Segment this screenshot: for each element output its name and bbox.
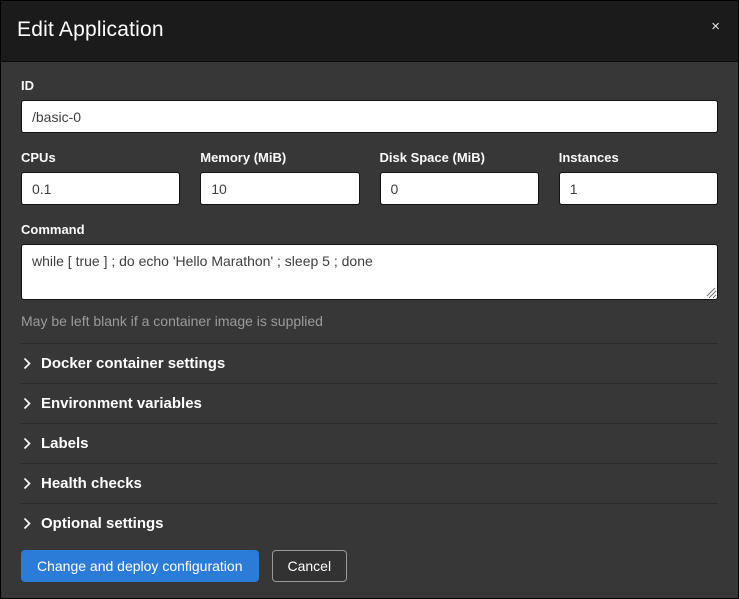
disk-label: Disk Space (MiB) (380, 150, 539, 165)
id-field-group: ID (21, 78, 718, 133)
cancel-button[interactable]: Cancel (272, 550, 348, 582)
instances-input[interactable] (559, 172, 718, 205)
section-label: Labels (41, 435, 89, 452)
resources-row: CPUs Memory (MiB) Disk Space (MiB) Insta… (21, 150, 718, 205)
section-docker-container-settings[interactable]: Docker container settings (21, 343, 718, 383)
cpus-field-group: CPUs (21, 150, 180, 205)
edit-application-modal: Edit Application × ID CPUs Memory (MiB) … (0, 0, 739, 599)
command-label: Command (21, 222, 718, 237)
chevron-right-icon (23, 477, 32, 490)
instances-field-group: Instances (559, 150, 718, 205)
instances-label: Instances (559, 150, 718, 165)
modal-title: Edit Application (17, 18, 164, 41)
chevron-right-icon (23, 517, 32, 530)
chevron-right-icon (23, 357, 32, 370)
chevron-right-icon (23, 437, 32, 450)
command-help-text: May be left blank if a container image i… (21, 313, 718, 329)
section-label: Optional settings (41, 515, 164, 532)
section-label: Docker container settings (41, 355, 225, 372)
command-textarea[interactable]: while [ true ] ; do echo 'Hello Marathon… (21, 244, 718, 300)
section-label: Health checks (41, 475, 142, 492)
chevron-right-icon (23, 397, 32, 410)
collapsible-sections: Docker container settings Environment va… (21, 343, 718, 534)
modal-footer: Change and deploy configuration Cancel (1, 534, 738, 598)
close-icon[interactable]: × (707, 17, 724, 36)
submit-button[interactable]: Change and deploy configuration (21, 550, 259, 582)
section-label: Environment variables (41, 395, 202, 412)
memory-label: Memory (MiB) (200, 150, 359, 165)
id-label: ID (21, 78, 718, 93)
section-environment-variables[interactable]: Environment variables (21, 383, 718, 423)
modal-body: ID CPUs Memory (MiB) Disk Space (MiB) In… (1, 62, 738, 534)
section-labels[interactable]: Labels (21, 423, 718, 463)
cpus-input[interactable] (21, 172, 180, 205)
command-field-group: Command while [ true ] ; do echo 'Hello … (21, 222, 718, 329)
memory-input[interactable] (200, 172, 359, 205)
modal-header: Edit Application × (1, 1, 738, 62)
cpus-label: CPUs (21, 150, 180, 165)
section-optional-settings[interactable]: Optional settings (21, 503, 718, 534)
disk-input[interactable] (380, 172, 539, 205)
disk-field-group: Disk Space (MiB) (380, 150, 539, 205)
memory-field-group: Memory (MiB) (200, 150, 359, 205)
id-input[interactable] (21, 100, 718, 133)
section-health-checks[interactable]: Health checks (21, 463, 718, 503)
